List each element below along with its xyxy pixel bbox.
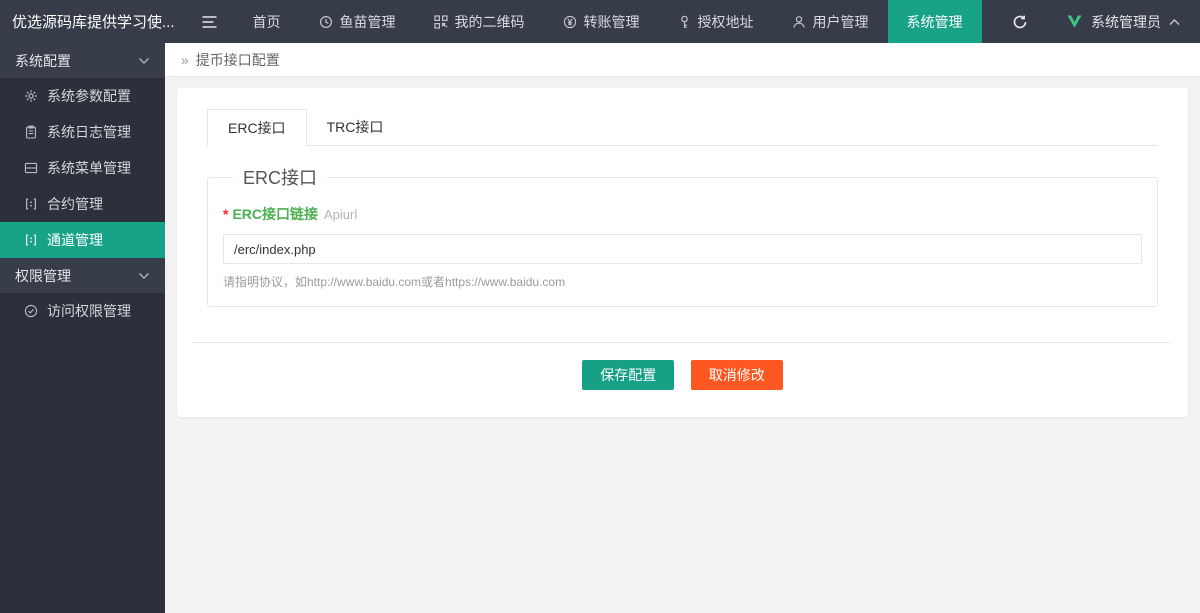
nav-item-label: 我的二维码	[455, 12, 525, 32]
qrcode-icon	[434, 15, 448, 29]
sidebar: 系统配置 系统参数配置 系统日志管理	[0, 43, 165, 613]
nav-item-fry-management[interactable]: 鱼苗管理	[300, 0, 415, 43]
nav-item-label: 鱼苗管理	[340, 12, 396, 32]
chevron-down-icon	[138, 272, 150, 280]
sidebar-item-label: 通道管理	[47, 230, 103, 250]
sidebar-item-label: 系统菜单管理	[47, 158, 131, 178]
breadcrumb: » 提币接口配置	[165, 43, 1200, 77]
tab-bar: ERC接口 TRC接口	[207, 108, 1158, 146]
sidebar-item-system-menus[interactable]: 系统菜单管理	[0, 150, 165, 186]
nav-item-auth-address[interactable]: 授权地址	[659, 0, 773, 43]
refresh-icon	[1012, 14, 1028, 30]
menu-layout-icon	[24, 161, 38, 175]
api-url-help-text: 请指明协议，如http://www.baidu.com或者https://www…	[223, 273, 1142, 290]
fieldset-legend: ERC接口	[233, 164, 327, 190]
nav-item-label: 系统管理	[907, 12, 963, 32]
log-icon	[24, 125, 38, 139]
config-card: ERC接口 TRC接口 ERC接口 *ERC接口链接 Apiurl 请指明协议，如…	[177, 88, 1188, 417]
top-navbar: 优选源码库提供学习使... 首页 鱼苗管理	[0, 0, 1200, 43]
nav-item-home[interactable]: 首页	[234, 0, 300, 43]
nav-item-label: 首页	[253, 12, 281, 32]
hamburger-icon	[201, 15, 218, 29]
nav-item-system-management[interactable]: 系统管理	[888, 0, 982, 43]
user-icon	[792, 15, 806, 29]
nav-item-transfer-management[interactable]: 转账管理	[544, 0, 659, 43]
sidebar-item-access-permission[interactable]: 访问权限管理	[0, 293, 165, 329]
cancel-changes-button[interactable]: 取消修改	[691, 360, 783, 390]
nav-item-label: 转账管理	[584, 12, 640, 32]
nav-item-user-management[interactable]: 用户管理	[773, 0, 888, 43]
brand-title: 优选源码库提供学习使...	[0, 0, 185, 43]
sidebar-item-contract-management[interactable]: 合约管理	[0, 186, 165, 222]
dotted-divider	[193, 342, 1172, 343]
required-asterisk: *	[223, 206, 228, 222]
nav-item-my-qrcode[interactable]: 我的二维码	[415, 0, 544, 43]
sidebar-item-channel-management[interactable]: 通道管理	[0, 222, 165, 258]
clock-icon	[319, 15, 333, 29]
sidebar-item-label: 系统日志管理	[47, 122, 131, 142]
sidebar-group-permission[interactable]: 权限管理	[0, 258, 165, 293]
tab-label: ERC接口	[228, 120, 286, 136]
gear-icon	[24, 89, 38, 103]
chevron-down-icon	[138, 57, 150, 65]
channel-icon	[24, 233, 38, 247]
erc-fieldset: ERC接口 *ERC接口链接 Apiurl 请指明协议，如http://www.b…	[207, 164, 1158, 307]
nav-item-label: 授权地址	[698, 12, 754, 32]
api-url-label-suffix: Apiurl	[324, 207, 357, 222]
tab-trc[interactable]: TRC接口	[307, 109, 404, 147]
contract-icon	[24, 197, 38, 211]
nav-item-label: 用户管理	[813, 12, 869, 32]
sidebar-item-label: 合约管理	[47, 194, 103, 214]
nav-menu: 首页 鱼苗管理 我的二维码	[234, 0, 982, 43]
tab-label: TRC接口	[327, 119, 384, 135]
shield-check-icon	[24, 304, 38, 318]
hamburger-button[interactable]	[185, 0, 234, 43]
v-logo-icon	[1066, 14, 1083, 29]
save-config-button[interactable]: 保存配置	[582, 360, 674, 390]
navbar-right: 系统管理员	[1012, 0, 1200, 43]
button-row: 保存配置 取消修改	[193, 360, 1172, 390]
sidebar-item-system-logs[interactable]: 系统日志管理	[0, 114, 165, 150]
sidebar-group-system-config[interactable]: 系统配置	[0, 43, 165, 78]
form-label-row: *ERC接口链接 Apiurl	[223, 204, 1142, 224]
username-label: 系统管理员	[1091, 12, 1161, 32]
content-area: ERC接口 TRC接口 ERC接口 *ERC接口链接 Apiurl 请指明协议，如…	[165, 77, 1200, 428]
sidebar-item-system-params[interactable]: 系统参数配置	[0, 78, 165, 114]
refresh-button[interactable]	[1012, 14, 1028, 30]
key-icon	[678, 15, 691, 29]
sidebar-group-label: 系统配置	[15, 51, 71, 71]
sidebar-item-label: 访问权限管理	[47, 301, 131, 321]
chevron-up-icon	[1169, 18, 1180, 26]
sidebar-item-label: 系统参数配置	[47, 86, 131, 106]
main-area: » 提币接口配置 ERC接口 TRC接口 ERC接口 *ERC接口链接 Apiur…	[165, 43, 1200, 613]
breadcrumb-text: 提币接口配置	[196, 50, 280, 70]
sidebar-group-label: 权限管理	[15, 266, 71, 286]
api-url-input[interactable]	[223, 234, 1142, 264]
tab-erc[interactable]: ERC接口	[207, 109, 307, 147]
yen-icon	[563, 15, 577, 29]
api-url-label: ERC接口链接	[232, 206, 318, 222]
breadcrumb-separator: »	[181, 52, 189, 68]
user-menu[interactable]: 系统管理员	[1066, 12, 1180, 32]
